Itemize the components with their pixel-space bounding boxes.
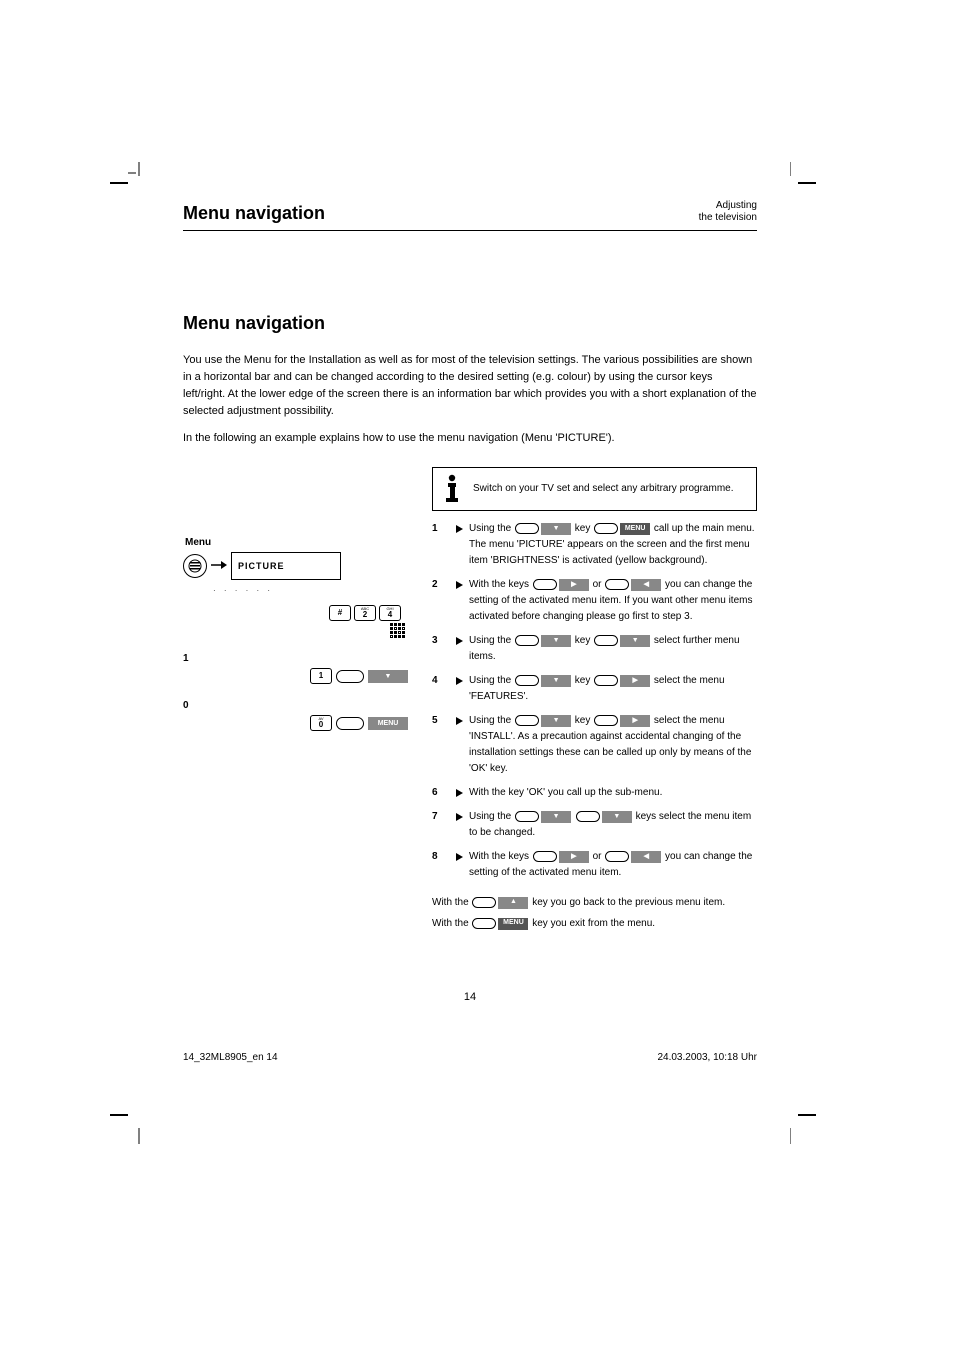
barcode-icon (390, 623, 408, 645)
remote-key-icon (594, 635, 618, 646)
remote-key-icon (515, 635, 539, 646)
button-label: MENU (368, 717, 408, 730)
heading-row: Menu navigation Adjusting the television (183, 200, 757, 231)
key-label: ▶ (620, 675, 650, 687)
bullet-icon (456, 637, 463, 645)
menu-dots: · · · · · · (213, 586, 408, 595)
remote-key-icon (594, 715, 618, 726)
key-label: ◀ (631, 851, 661, 863)
button-label: ▼ (368, 670, 408, 683)
footer-left: 14_32ML8905_en 14 (183, 1052, 278, 1063)
remote-key-icon (472, 918, 496, 929)
remote-key-icon (594, 675, 618, 686)
key-label: ▼ (602, 811, 632, 823)
section-label: Adjusting the television (699, 200, 757, 224)
keypad-key: # (329, 605, 351, 621)
key-label: ◀ (631, 579, 661, 591)
step-item: Using the ▼ ▼ keys select the menu item … (432, 809, 757, 841)
menu-window: PICTURE (231, 552, 341, 580)
key-label: ▼ (541, 523, 571, 535)
diagram-step-0: 0 (183, 700, 408, 711)
instructions-column: Switch on your TV set and select any arb… (432, 467, 757, 931)
key-label: MENU (498, 918, 528, 930)
note-text: Switch on your TV set and select any arb… (473, 482, 733, 496)
remote-key-icon (605, 579, 629, 590)
key-label: ▼ (541, 715, 571, 727)
paragraph: You use the Menu for the Installation as… (183, 352, 757, 420)
key-label: ▼ (541, 811, 571, 823)
bullet-icon (456, 853, 463, 861)
remote-diagram: Menu PICTURE · · · · · · # ABC2 (183, 467, 408, 931)
bullet-icon (456, 717, 463, 725)
bullet-icon (456, 581, 463, 589)
step-item: Using the ▼ key ▶ select the menu 'FEATU… (432, 673, 757, 705)
remote-key-icon (594, 523, 618, 534)
key-label: ▼ (620, 635, 650, 647)
page-content: Menu navigation Adjusting the television… (183, 200, 757, 1003)
key-label: ▼ (541, 675, 571, 687)
subsection: Menu navigation You use the Menu for the… (183, 313, 757, 931)
pill-button-icon (336, 670, 364, 683)
key-label: ▲ (498, 897, 528, 909)
key-label: ▶ (620, 715, 650, 727)
page-number: 14 (183, 991, 757, 1003)
remote-key-icon (472, 897, 496, 908)
pill-button-icon (336, 717, 364, 730)
step-item: With the key 'OK' you call up the sub-me… (432, 785, 757, 801)
keypad-key: 1 (310, 668, 332, 684)
step-item: With the keys ▶ or ◀ you can change the … (432, 577, 757, 625)
bullet-icon (456, 789, 463, 797)
crop-mark-tl (128, 162, 150, 189)
remote-key-icon (533, 851, 557, 862)
info-icon (441, 474, 463, 504)
note-box: Switch on your TV set and select any arb… (432, 467, 757, 511)
diagram-step-1: 1 (183, 653, 408, 664)
step-item: Using the ▼ key MENU call up the main me… (432, 521, 757, 569)
remote-key-icon (515, 523, 539, 534)
remote-key-icon (533, 579, 557, 590)
bullet-icon (456, 813, 463, 821)
remote-key-icon (515, 811, 539, 822)
keypad-key: ABC2 (354, 605, 376, 621)
page-heading: Menu navigation (183, 203, 325, 224)
subsection-title: Menu navigation (183, 313, 757, 334)
step-item: With the keys ▶ or ◀ you can change the … (432, 849, 757, 881)
footer: 14_32ML8905_en 14 24.03.2003, 10:18 Uhr (183, 1052, 757, 1063)
menu-button-icon (183, 554, 207, 578)
key-label: ▶ (559, 579, 589, 591)
bullet-icon (456, 677, 463, 685)
remote-key-icon (515, 715, 539, 726)
steps-list: Using the ▼ key MENU call up the main me… (432, 521, 757, 881)
keypad-key: AV0 (310, 715, 332, 731)
step-item: Using the ▼ key ▶ select the menu 'INSTA… (432, 713, 757, 777)
exit-note: With the MENU key you exit from the menu… (432, 916, 757, 931)
step-item: Using the ▼ key ▼ select further menu it… (432, 633, 757, 665)
paragraph: In the following an example explains how… (183, 430, 757, 447)
key-label: ▶ (559, 851, 589, 863)
footer-right: 24.03.2003, 10:18 Uhr (657, 1052, 757, 1063)
crop-mark-tr (790, 162, 812, 189)
keypad-key: GHI4 (379, 605, 401, 621)
key-label: ▼ (541, 635, 571, 647)
back-note: With the ▲ key you go back to the previo… (432, 895, 757, 910)
remote-key-icon (515, 675, 539, 686)
bullet-icon (456, 525, 463, 533)
key-label: MENU (620, 523, 650, 535)
arrow-icon (211, 559, 227, 573)
diagram-label-menu: Menu (183, 537, 408, 548)
remote-key-icon (605, 851, 629, 862)
remote-key-icon (576, 811, 600, 822)
